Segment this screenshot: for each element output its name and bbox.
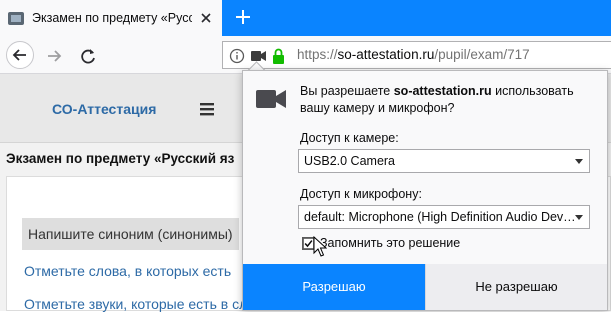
- url-host: so-attestation.ru: [337, 47, 435, 62]
- reload-button-icon[interactable]: [74, 42, 102, 70]
- close-tab-icon[interactable]: [197, 9, 215, 27]
- back-button-icon[interactable]: [6, 41, 34, 69]
- exam-title: Экзамен по предмету «Русский яз: [6, 151, 235, 166]
- url-path: /pupil/exam/717: [434, 47, 530, 62]
- microphone-select[interactable]: default: Microphone (High Definition Aud…: [298, 205, 590, 229]
- chevron-down-icon: [575, 215, 583, 220]
- camera-access-label: Доступ к камере:: [300, 131, 399, 145]
- question-item[interactable]: Отметьте слова, в которых есть: [24, 263, 231, 279]
- tab-exam[interactable]: Экзамен по предмету «Русский: [0, 0, 222, 36]
- new-tab-plus-icon[interactable]: [232, 6, 254, 28]
- page-favicon-icon: [8, 12, 24, 25]
- remember-label[interactable]: Запомнить это решение: [320, 236, 460, 250]
- forward-button-icon[interactable]: [40, 42, 68, 70]
- permission-question: Вы разрешаете so-attestation.ru использо…: [300, 83, 600, 117]
- url-scheme: https://: [297, 47, 338, 62]
- tab-strip: Экзамен по предмету «Русский: [0, 0, 611, 36]
- site-identity-icons[interactable]: [229, 46, 293, 66]
- question-item-active[interactable]: Напишите синоним (синонимы): [22, 218, 239, 250]
- deny-button[interactable]: Не разрешаю: [425, 264, 607, 310]
- question-host: so-attestation.ru: [393, 84, 492, 98]
- chevron-down-icon: [575, 159, 583, 164]
- camera-select-value: USB2.0 Camera: [304, 154, 396, 168]
- camera-icon: [256, 90, 286, 108]
- url-bar[interactable]: https://so-attestation.ru/pupil/exam/717: [222, 41, 611, 69]
- mouse-cursor-icon: [313, 236, 327, 257]
- navigation-bar: https://so-attestation.ru/pupil/exam/717: [0, 36, 611, 74]
- camera-select[interactable]: USB2.0 Camera: [298, 149, 590, 173]
- site-brand-link[interactable]: СО-Аттестация: [52, 101, 156, 117]
- allow-button[interactable]: Разрешаю: [243, 264, 425, 310]
- permission-panel: Вы разрешаете so-attestation.ru использо…: [242, 70, 608, 311]
- mic-select-value: default: Microphone (High Definition Aud…: [304, 210, 576, 224]
- hamburger-menu-icon[interactable]: [200, 102, 214, 116]
- mic-access-label: Доступ к микрофону:: [300, 187, 422, 201]
- question-prefix: Вы разрешаете: [300, 84, 394, 98]
- url-text: https://so-attestation.ru/pupil/exam/717: [297, 47, 530, 62]
- tab-title: Экзамен по предмету «Русский: [32, 11, 192, 25]
